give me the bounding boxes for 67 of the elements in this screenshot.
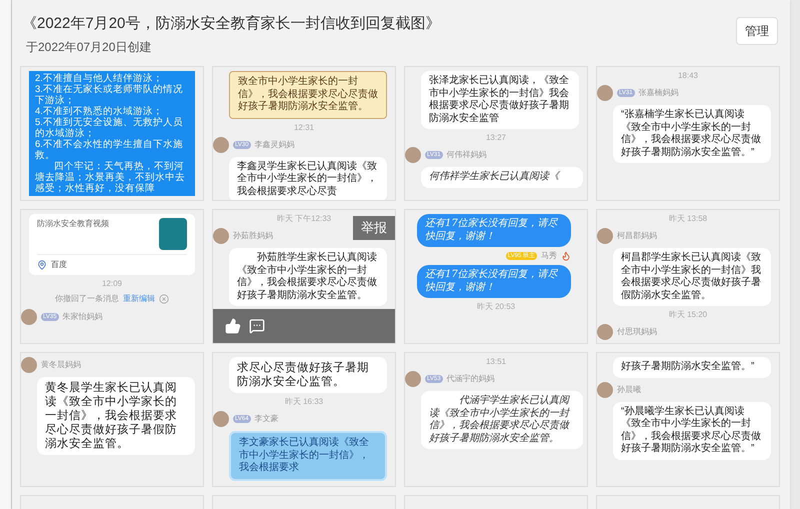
avatar-icon	[405, 371, 421, 387]
avatar-icon	[21, 357, 37, 373]
like-icon[interactable]	[225, 318, 241, 334]
sender-name: 张嘉楠妈妈	[638, 88, 679, 98]
message-bubble: “孙晨曦学生家长已认真阅读《致全市中小学生家长的一封信》，我会根据要求尽心尽责做好孩子暑期防溺水安全监管。”	[613, 402, 771, 460]
message-time: 12:31	[294, 122, 314, 132]
avatar-icon	[213, 411, 229, 427]
message-bubble: 黄冬晨学生家长已认真阅读《致全市中小学家长的一封信》，我会根据要求尽心尽责做好孩子暑假防溺水安全监管。	[37, 377, 195, 455]
sender-name: 何伟祥妈妈	[446, 150, 487, 160]
message-time: 昨天 16:33	[284, 397, 324, 407]
source-icon	[37, 260, 47, 270]
sender-name: 李鑫灵妈妈	[254, 140, 295, 150]
avatar-icon	[405, 147, 421, 163]
message-bubble: 孙茹胜学生家长已认真阅读《致全市中小学生家长的一封信》，我会根据要求尽心尽责做好孩子暑期防溺水安全监管。	[229, 248, 387, 306]
link-source: 百度	[51, 259, 67, 271]
message-line: 四个牢记：天气再热，不到河塘去降温；水景再美，不到水中去感受；水性再好，没有保障	[35, 161, 186, 194]
message-line: 3.不准在无家长或老师带队的情况下游泳；	[35, 84, 184, 106]
message-time: 昨天 15:20	[668, 310, 708, 320]
message-bubble: 柯昌郡学生家长已认真阅读《致全市中小学生家长的一封信》我会根据要求尽心尽责做好孩子暑假防溺水安全监管。	[613, 248, 771, 306]
message-time: 昨天 20:53	[476, 302, 516, 312]
link-title: 防溺水安全教育视频	[37, 218, 109, 230]
message-bubble: 还有17位家长没有回复，请尽快回复，谢谢！	[417, 265, 571, 298]
avatar-icon	[597, 85, 613, 101]
message-bubble: 何伟祥学生家长已认真阅读《	[421, 167, 583, 188]
report-button[interactable]: 举报	[353, 216, 395, 240]
sender-name: 黄冬晨妈妈	[41, 360, 81, 370]
message-bubble: 还有17位家长没有回复，请尽快回复，谢谢！	[417, 214, 571, 247]
recall-notice: 你撤回了一条消息	[55, 293, 119, 305]
sender-name: 付思琪妈妈	[617, 327, 657, 337]
link-card[interactable]: 防溺水安全教育视频 百度	[29, 214, 195, 275]
message-time: 12:09	[102, 279, 122, 289]
avatar-icon	[213, 136, 229, 152]
flame-icon	[561, 251, 571, 261]
message-bubble: 李鑫灵学生家长已认真阅读《致全市中小学生家长的一封信》，我会根据要求尽心尽责	[229, 156, 387, 200]
creation-date: 于2022年07月20日创建	[25, 39, 152, 56]
comment-icon[interactable]	[249, 318, 265, 334]
message-time: 13:51	[486, 357, 506, 367]
photo-placeholder	[159, 218, 187, 250]
message-bubble: “张嘉楠学生家长已认真阅读《致全市中小学生家长的一封信》，我会根据要求尽心尽责做好孩子暑期防溺水安全监管。”	[613, 105, 771, 163]
album-title: 《2022年7月20号，防溺水安全教育家长一封信收到回复截图》	[22, 14, 440, 34]
message-line: 2.不准擅自与他人结伴游泳；	[35, 73, 164, 84]
message-bubble: 李文豪家长已认真阅读《致全市中小学生家长的一封信》，我会根据要求	[229, 431, 387, 480]
sender-name: 马秀	[541, 251, 557, 261]
message-time: 昨天 下午12:33	[276, 214, 332, 224]
sender-name: 柯昌郡妈妈	[617, 231, 657, 241]
message-bubble: 好孩子暑期防溺水安全监管。”	[613, 357, 771, 378]
message-line: 4.不准到不熟悉的水域游泳；	[35, 106, 164, 117]
manage-button[interactable]: 管理	[736, 17, 778, 45]
message-line: 6.不准不会水性的学生擅自下水施救。	[35, 139, 184, 161]
sender-name: 孙茹胜妈妈	[233, 231, 273, 241]
message-time: 昨天 13:58	[668, 214, 708, 224]
sender-name: 朱家怡妈妈	[62, 312, 103, 322]
message-time: 13:27	[486, 133, 506, 143]
message-bubble: 致全市中小学生家长的一封信》，我会根据要求尽心尽责做好孩子暑期防溺水安全监管。	[229, 71, 387, 118]
avatar-icon	[597, 382, 613, 398]
avatar-icon	[213, 228, 229, 244]
message-line: 5.不准到无安全设施、无救护人员的水域游泳；	[35, 117, 184, 139]
avatar-icon	[597, 228, 613, 244]
sender-name: 李文豪	[254, 414, 279, 424]
message-time: 18:43	[678, 71, 698, 81]
message-bubble: 代涵宇学生家长已认真阅读《致全市中小学生家长的一封信》，我会根据要求尽心尽责做好孩子暑期防溺水安全监管。	[421, 391, 583, 449]
message-bubble: 求尽心尽责做好孩子暑期防溺水安全心监管。	[229, 357, 387, 393]
avatar-icon	[21, 309, 37, 325]
message-bubble: 张泽龙家长已认真阅读，《致全市中小学生家长的一封信》我会根据要求尽心尽责做好孩子暑期防溺水安全监管	[421, 71, 579, 129]
sender-name: 孙晨曦	[617, 384, 641, 394]
avatar-icon	[597, 324, 613, 340]
sender-name: 代涵宇的妈妈	[446, 374, 495, 384]
